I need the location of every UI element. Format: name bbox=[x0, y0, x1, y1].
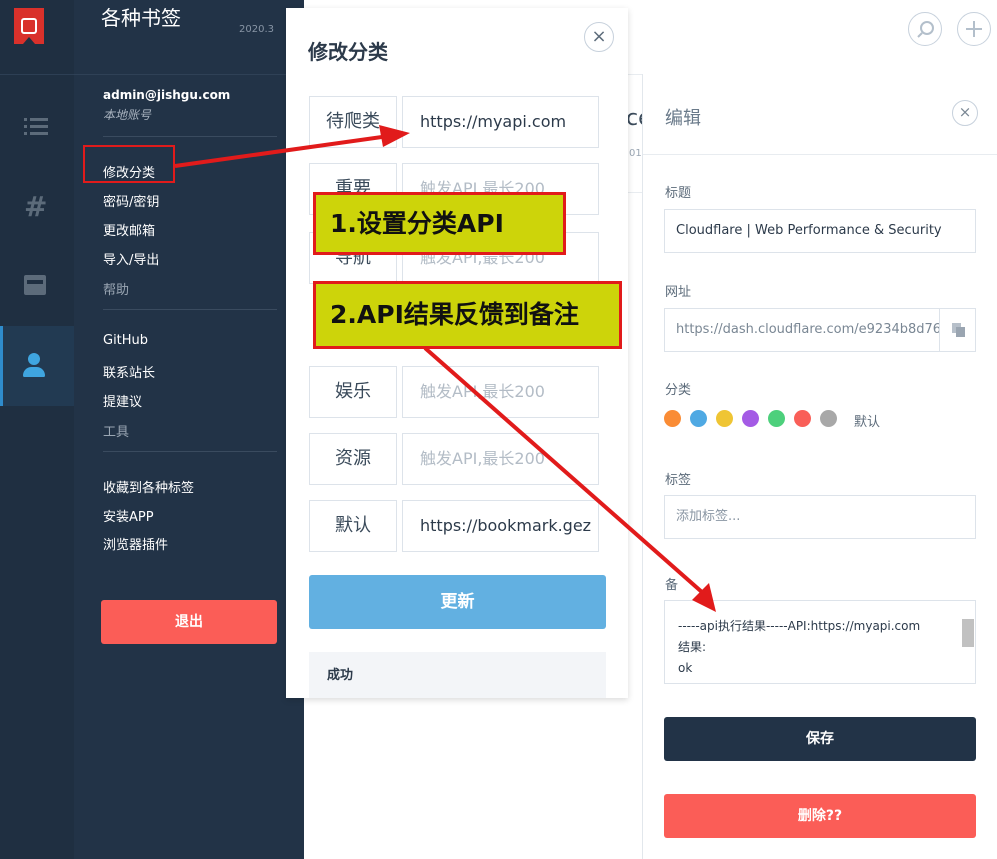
arrow-to-api-input bbox=[174, 125, 410, 168]
annotation-arrows bbox=[174, 125, 716, 612]
arrow-to-notes bbox=[423, 346, 716, 612]
